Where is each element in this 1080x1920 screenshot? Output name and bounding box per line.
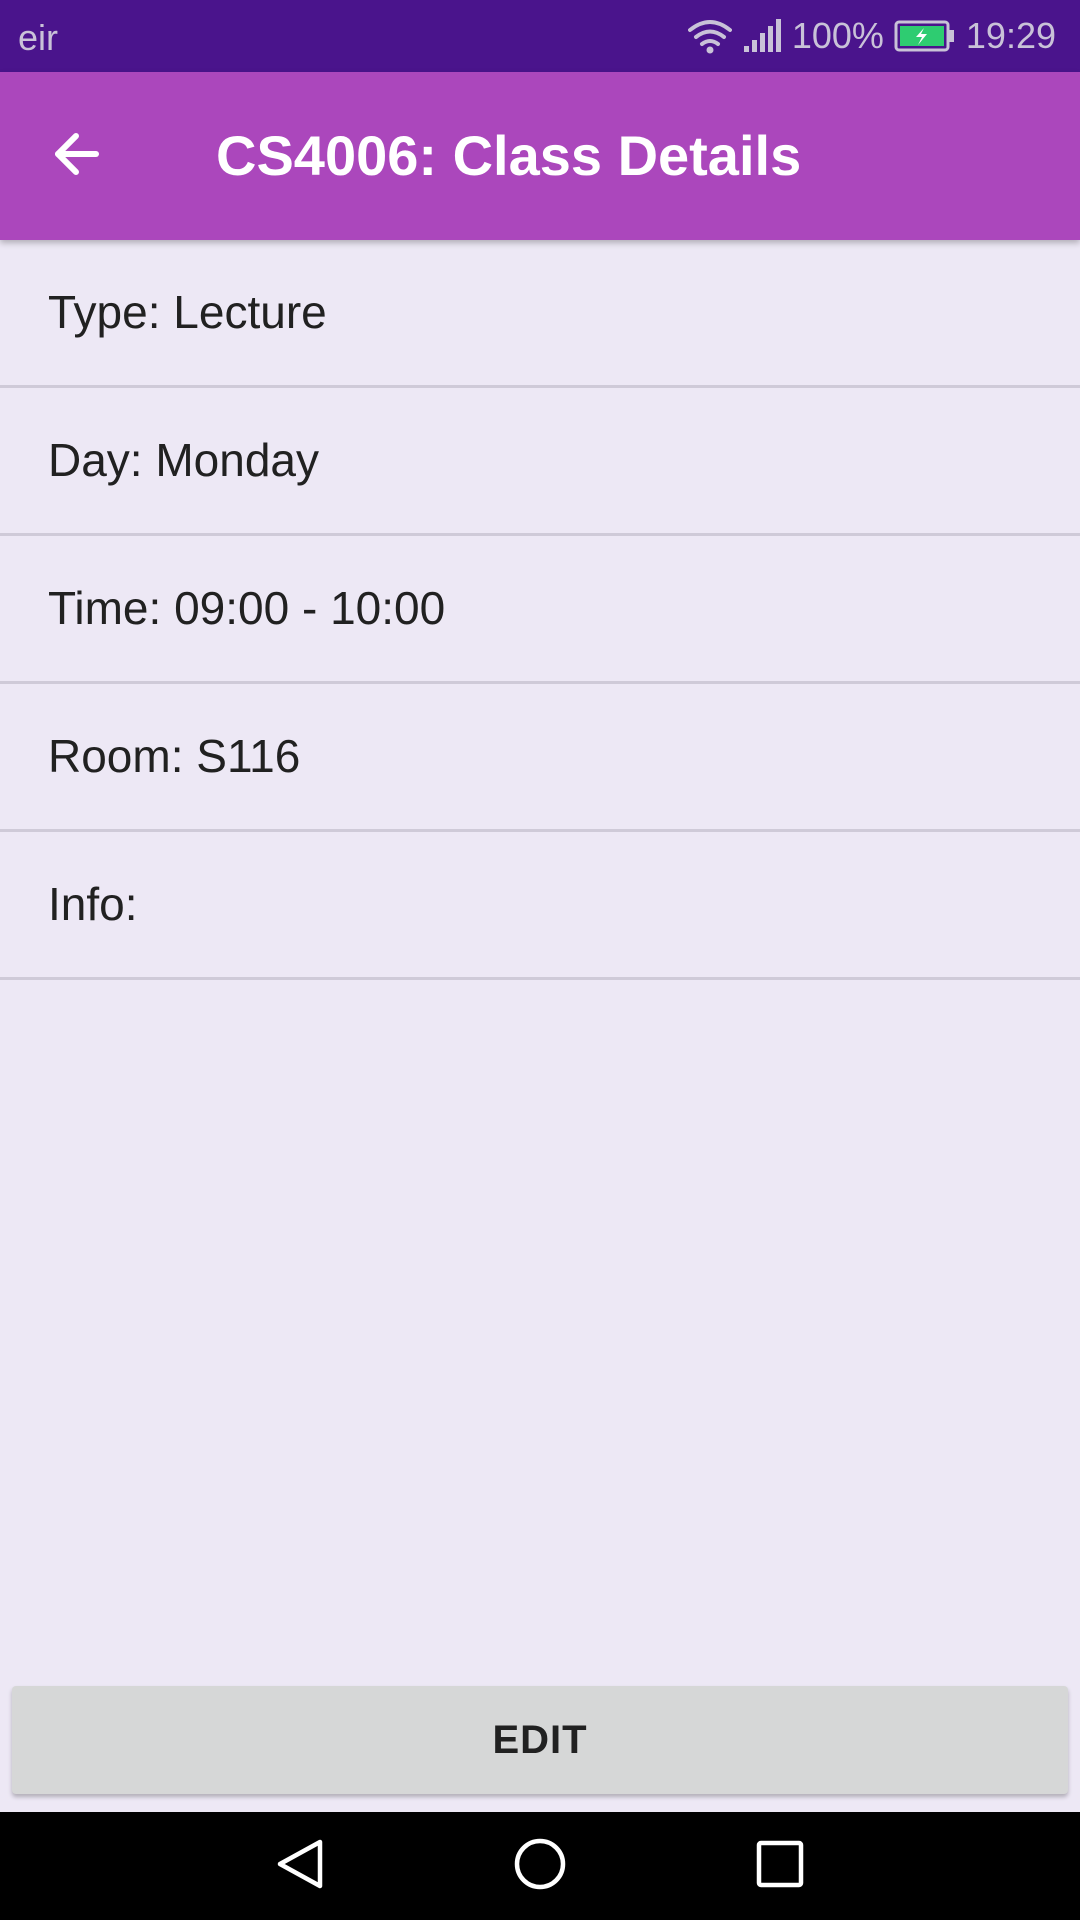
nav-recents-button[interactable] — [746, 1832, 814, 1900]
detail-row-time: Time: 09:00 - 10:00 — [0, 536, 1080, 684]
detail-row-room: Room: S116 — [0, 684, 1080, 832]
nav-back-icon — [274, 1836, 326, 1897]
time-label: Time: 09:00 - 10:00 — [48, 582, 446, 634]
battery-charging-icon — [894, 19, 956, 53]
day-label: Day: Monday — [48, 434, 320, 486]
detail-row-info: Info: — [0, 832, 1080, 980]
app-bar: CS4006: Class Details — [0, 72, 1080, 240]
detail-row-type: Type: Lecture — [0, 240, 1080, 388]
info-label: Info: — [48, 878, 138, 930]
detail-row-day: Day: Monday — [0, 388, 1080, 536]
arrow-back-icon — [48, 126, 104, 187]
battery-percent: 100% — [791, 15, 884, 56]
nav-back-button[interactable] — [266, 1832, 334, 1900]
status-bar: eir 100% 19:29 — [0, 0, 1080, 72]
clock: 19:29 — [965, 15, 1056, 56]
signal-icon — [742, 18, 782, 54]
nav-recents-icon — [754, 1838, 806, 1895]
edit-button[interactable]: EDIT — [12, 1686, 1068, 1794]
room-label: Room: S116 — [48, 730, 301, 782]
nav-home-button[interactable] — [506, 1832, 574, 1900]
wifi-icon — [687, 18, 732, 54]
navigation-bar — [0, 1812, 1080, 1920]
carrier-label: eir — [18, 17, 59, 58]
class-details-list: Type: Lecture Day: Monday Time: 09:00 - … — [0, 240, 1080, 980]
status-icons: 100% 19:29 — [687, 14, 1056, 58]
type-label: Type: Lecture — [48, 286, 327, 338]
page-title: CS4006: Class Details — [216, 124, 802, 187]
screen: eir 100% 19:29 CS4006: Class Details Typ… — [0, 0, 1080, 1920]
nav-home-icon — [512, 1836, 568, 1897]
back-button[interactable] — [36, 116, 116, 196]
